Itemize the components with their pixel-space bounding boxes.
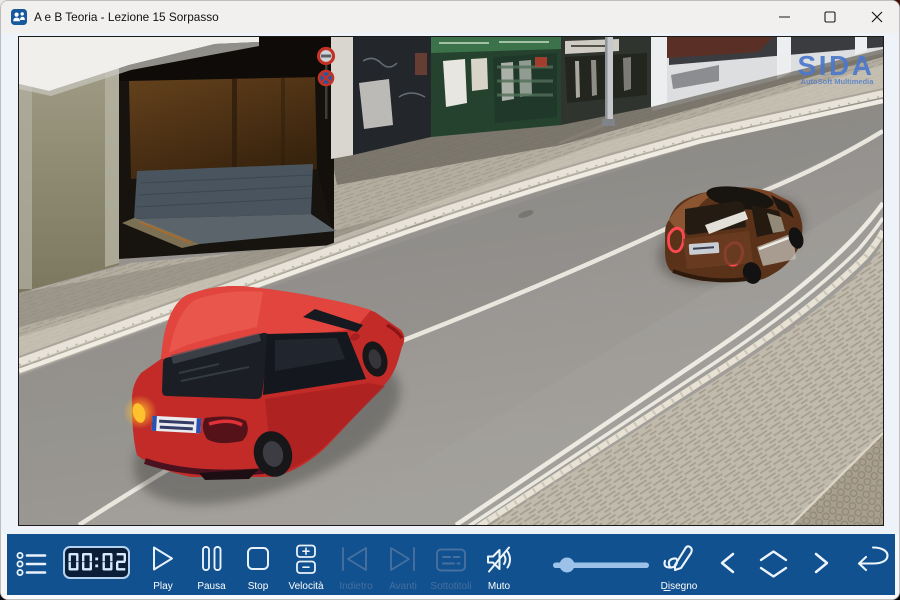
svg-text:Play: Play bbox=[153, 581, 172, 592]
svg-text:Pausa: Pausa bbox=[197, 581, 226, 592]
svg-text:Muto: Muto bbox=[488, 581, 511, 592]
svg-text:Indietro: Indietro bbox=[339, 581, 373, 592]
svg-text:Avanti: Avanti bbox=[389, 581, 417, 592]
svg-text:Velocità: Velocità bbox=[288, 581, 323, 592]
svg-text:Stop: Stop bbox=[248, 581, 269, 592]
svg-text:Sottotitoli: Sottotitoli bbox=[430, 581, 471, 592]
svg-text:AutoSoft Multimedia: AutoSoft Multimedia bbox=[801, 77, 875, 86]
